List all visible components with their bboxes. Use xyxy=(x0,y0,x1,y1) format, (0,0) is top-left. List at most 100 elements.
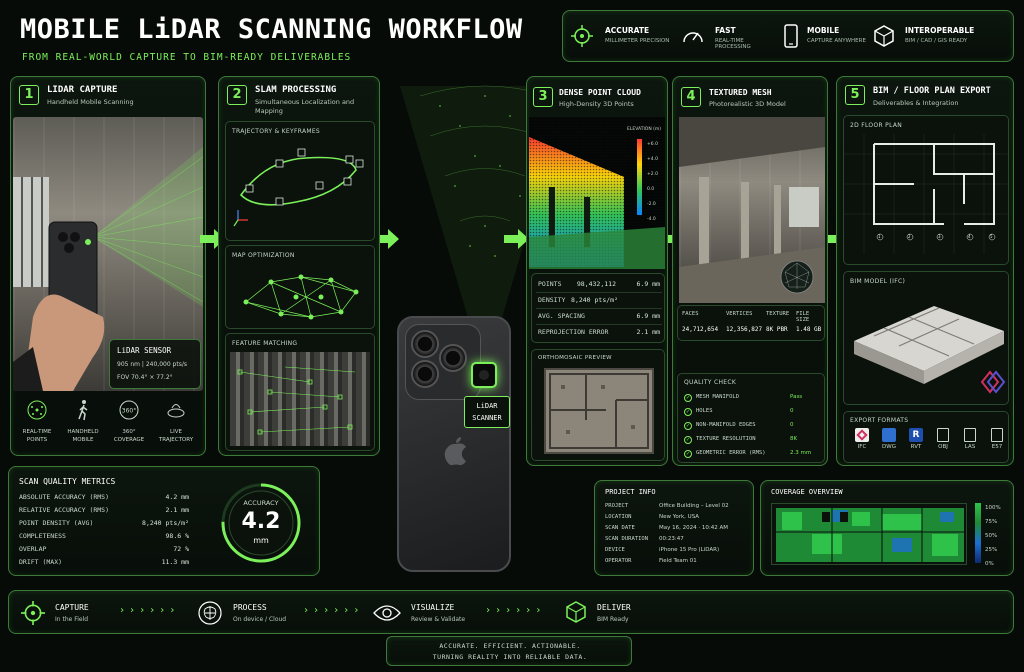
quality-label: MESH MANIFOLD xyxy=(696,394,740,400)
ifc-icon xyxy=(855,428,869,442)
quality-value: 0 xyxy=(790,408,794,414)
feature-360: 360° 360° COVERAGE xyxy=(107,399,151,451)
step3-panel: 3 DENSE POINT CLOUD High-Density 3D Poin… xyxy=(526,76,668,466)
stat-value2: 2.1 mm xyxy=(636,328,660,336)
step1-panel: 1 LiDAR CAPTURE Handheld Mobile Scanning… xyxy=(10,76,206,456)
trajectory-icon xyxy=(167,404,185,418)
feature-trajectory: LIVE TRAJECTORY xyxy=(153,399,199,451)
feature-mobile: MOBILE CAPTURE ANYWHERE xyxy=(781,23,881,53)
tick: +6.0 xyxy=(647,142,658,147)
panel-label: FEATURE MATCHING xyxy=(232,340,298,347)
phone-device xyxy=(397,316,511,572)
dwg-icon xyxy=(882,428,896,442)
feature-label: HANDHELD MOBILE xyxy=(67,429,99,443)
coverage-map xyxy=(771,503,967,565)
project-label: LOCATION xyxy=(605,514,632,520)
mesh-header: VERTICES xyxy=(726,311,753,317)
svg-text:2: 2 xyxy=(908,234,911,239)
step-title: LiDAR CAPTURE xyxy=(47,85,118,95)
svg-text:5: 5 xyxy=(990,234,993,239)
tick: -4.0 xyxy=(647,217,656,222)
bottom-step-title: CAPTURE xyxy=(55,603,89,612)
bottom-step-visualize: VISUALIZE Review & Validate xyxy=(373,597,493,629)
project-value: Field Team 01 xyxy=(659,558,697,564)
panel-label: EXPORT FORMATS xyxy=(850,417,909,424)
stat-value2: 6.9 mm xyxy=(636,312,660,320)
elevation-label: ELEVATION (m) xyxy=(627,127,662,132)
camera-lens xyxy=(439,344,467,372)
format-label: E57 xyxy=(991,444,1003,450)
scan-metrics-panel: SCAN QUALITY METRICS ABSOLUTE ACCURACY (… xyxy=(8,466,320,576)
format-label: RVT xyxy=(910,444,922,450)
project-value: 00:23:47 xyxy=(659,536,684,542)
page-subtitle: FROM REAL-WORLD CAPTURE TO BIM-READY DEL… xyxy=(22,52,352,63)
stat-value: 8,240 pts/m² xyxy=(571,296,618,304)
tick: +2.0 xyxy=(647,172,658,177)
phone-icon xyxy=(784,24,798,48)
step-number: 1 xyxy=(19,85,39,105)
quality-label: GEOMETRIC ERROR (RMS) xyxy=(696,450,766,456)
camera-lens xyxy=(411,330,439,358)
camera-lens xyxy=(411,360,439,388)
mesh-value: 12,356,827 xyxy=(726,326,763,333)
feature-realtime: REAL-TIME POINTS xyxy=(15,399,59,451)
divider xyxy=(536,324,662,325)
feature-sub: CAPTURE ANYWHERE xyxy=(807,38,866,44)
feature-sub: MILLIMETER PRECISION xyxy=(605,38,670,44)
format-label: OBJ xyxy=(938,444,948,450)
bottom-step-title: VISUALIZE xyxy=(411,603,455,612)
stat-label: REPROJECTION ERROR xyxy=(538,328,609,336)
stat-label: POINTS xyxy=(538,280,562,288)
gauge-value: 4.2 xyxy=(241,509,281,534)
coverage-panel: COVERAGE OVERVIEW 100% 75% 50% 25% 0% xyxy=(760,480,1014,576)
metric-value: 4.2 mm xyxy=(165,493,189,501)
sensor-box: LiDAR SENSOR 905 nm | 240,000 pts/s FOV … xyxy=(109,339,201,389)
metric-value: 98.6 % xyxy=(165,532,189,540)
project-label: SCAN DATE xyxy=(605,525,635,531)
step-number: 4 xyxy=(681,87,701,107)
floor-plan-drawing: 1 2 3 4 5 xyxy=(844,134,1010,254)
feature-fast: FAST REAL-TIME PROCESSING xyxy=(681,23,781,53)
stat-value: 98,432,112 xyxy=(576,280,616,288)
elevation-gradient xyxy=(637,139,642,215)
svg-text:4: 4 xyxy=(968,234,971,239)
gauge-label: ACCURACY xyxy=(243,499,279,507)
bottom-step-title: PROCESS xyxy=(233,603,267,612)
quality-item: ✓ TEXTURE RESOLUTION 8K xyxy=(684,434,822,448)
project-info-panel: PROJECT INFO PROJECT Office Building – L… xyxy=(594,480,754,576)
brain-icon xyxy=(198,601,222,625)
chevrons: › › › › › › xyxy=(119,605,175,616)
orthomosaic-image xyxy=(544,368,654,454)
scale-tick: 25% xyxy=(985,547,998,553)
check-icon: ✓ xyxy=(684,436,692,444)
step-title: BIM / FLOOR PLAN EXPORT xyxy=(873,86,991,96)
step5-panel: 5 BIM / FLOOR PLAN EXPORT Deliverables &… xyxy=(836,76,1014,466)
panel-label: MAP OPTIMIZATION xyxy=(232,252,295,259)
panel-title: COVERAGE OVERVIEW xyxy=(771,488,843,496)
check-icon: ✓ xyxy=(684,394,692,402)
step2-panel: 2 SLAM PROCESSING Simultaneous Localizat… xyxy=(218,76,380,456)
project-label: OPERATOR xyxy=(605,558,632,564)
mesh-stats: FACES VERTICES TEXTURE FILE SIZE 24,712,… xyxy=(677,305,825,341)
step-subtitle: Simultaneous Localization and Mapping xyxy=(255,98,355,115)
speedometer-icon xyxy=(683,32,703,43)
metric-label: OVERLAP xyxy=(19,545,47,553)
feature-sub: BIM / CAD / GIS READY xyxy=(905,38,968,44)
tick: -2.0 xyxy=(647,202,656,207)
e57-icon xyxy=(991,428,1003,442)
matching-image xyxy=(230,352,370,446)
feature-label: 360° COVERAGE xyxy=(113,429,145,443)
metric-value: 72 % xyxy=(173,545,189,553)
metric-label: RELATIVE ACCURACY (RMS) xyxy=(19,506,110,514)
project-label: DEVICE xyxy=(605,547,625,553)
format-label: LAS xyxy=(964,444,976,450)
coverage-scale xyxy=(975,503,981,563)
metric-value: 11.3 mm xyxy=(161,558,189,566)
svg-text:3: 3 xyxy=(938,234,941,239)
tick: 0.0 xyxy=(647,187,655,192)
format-label: DWG xyxy=(882,444,896,450)
bottom-step-deliver: DELIVER BIM Ready xyxy=(565,597,675,629)
mesh-header: FILE SIZE xyxy=(796,311,810,323)
metric-value: 8,240 pts/m² xyxy=(142,519,189,527)
feature-title: FAST xyxy=(715,26,736,35)
